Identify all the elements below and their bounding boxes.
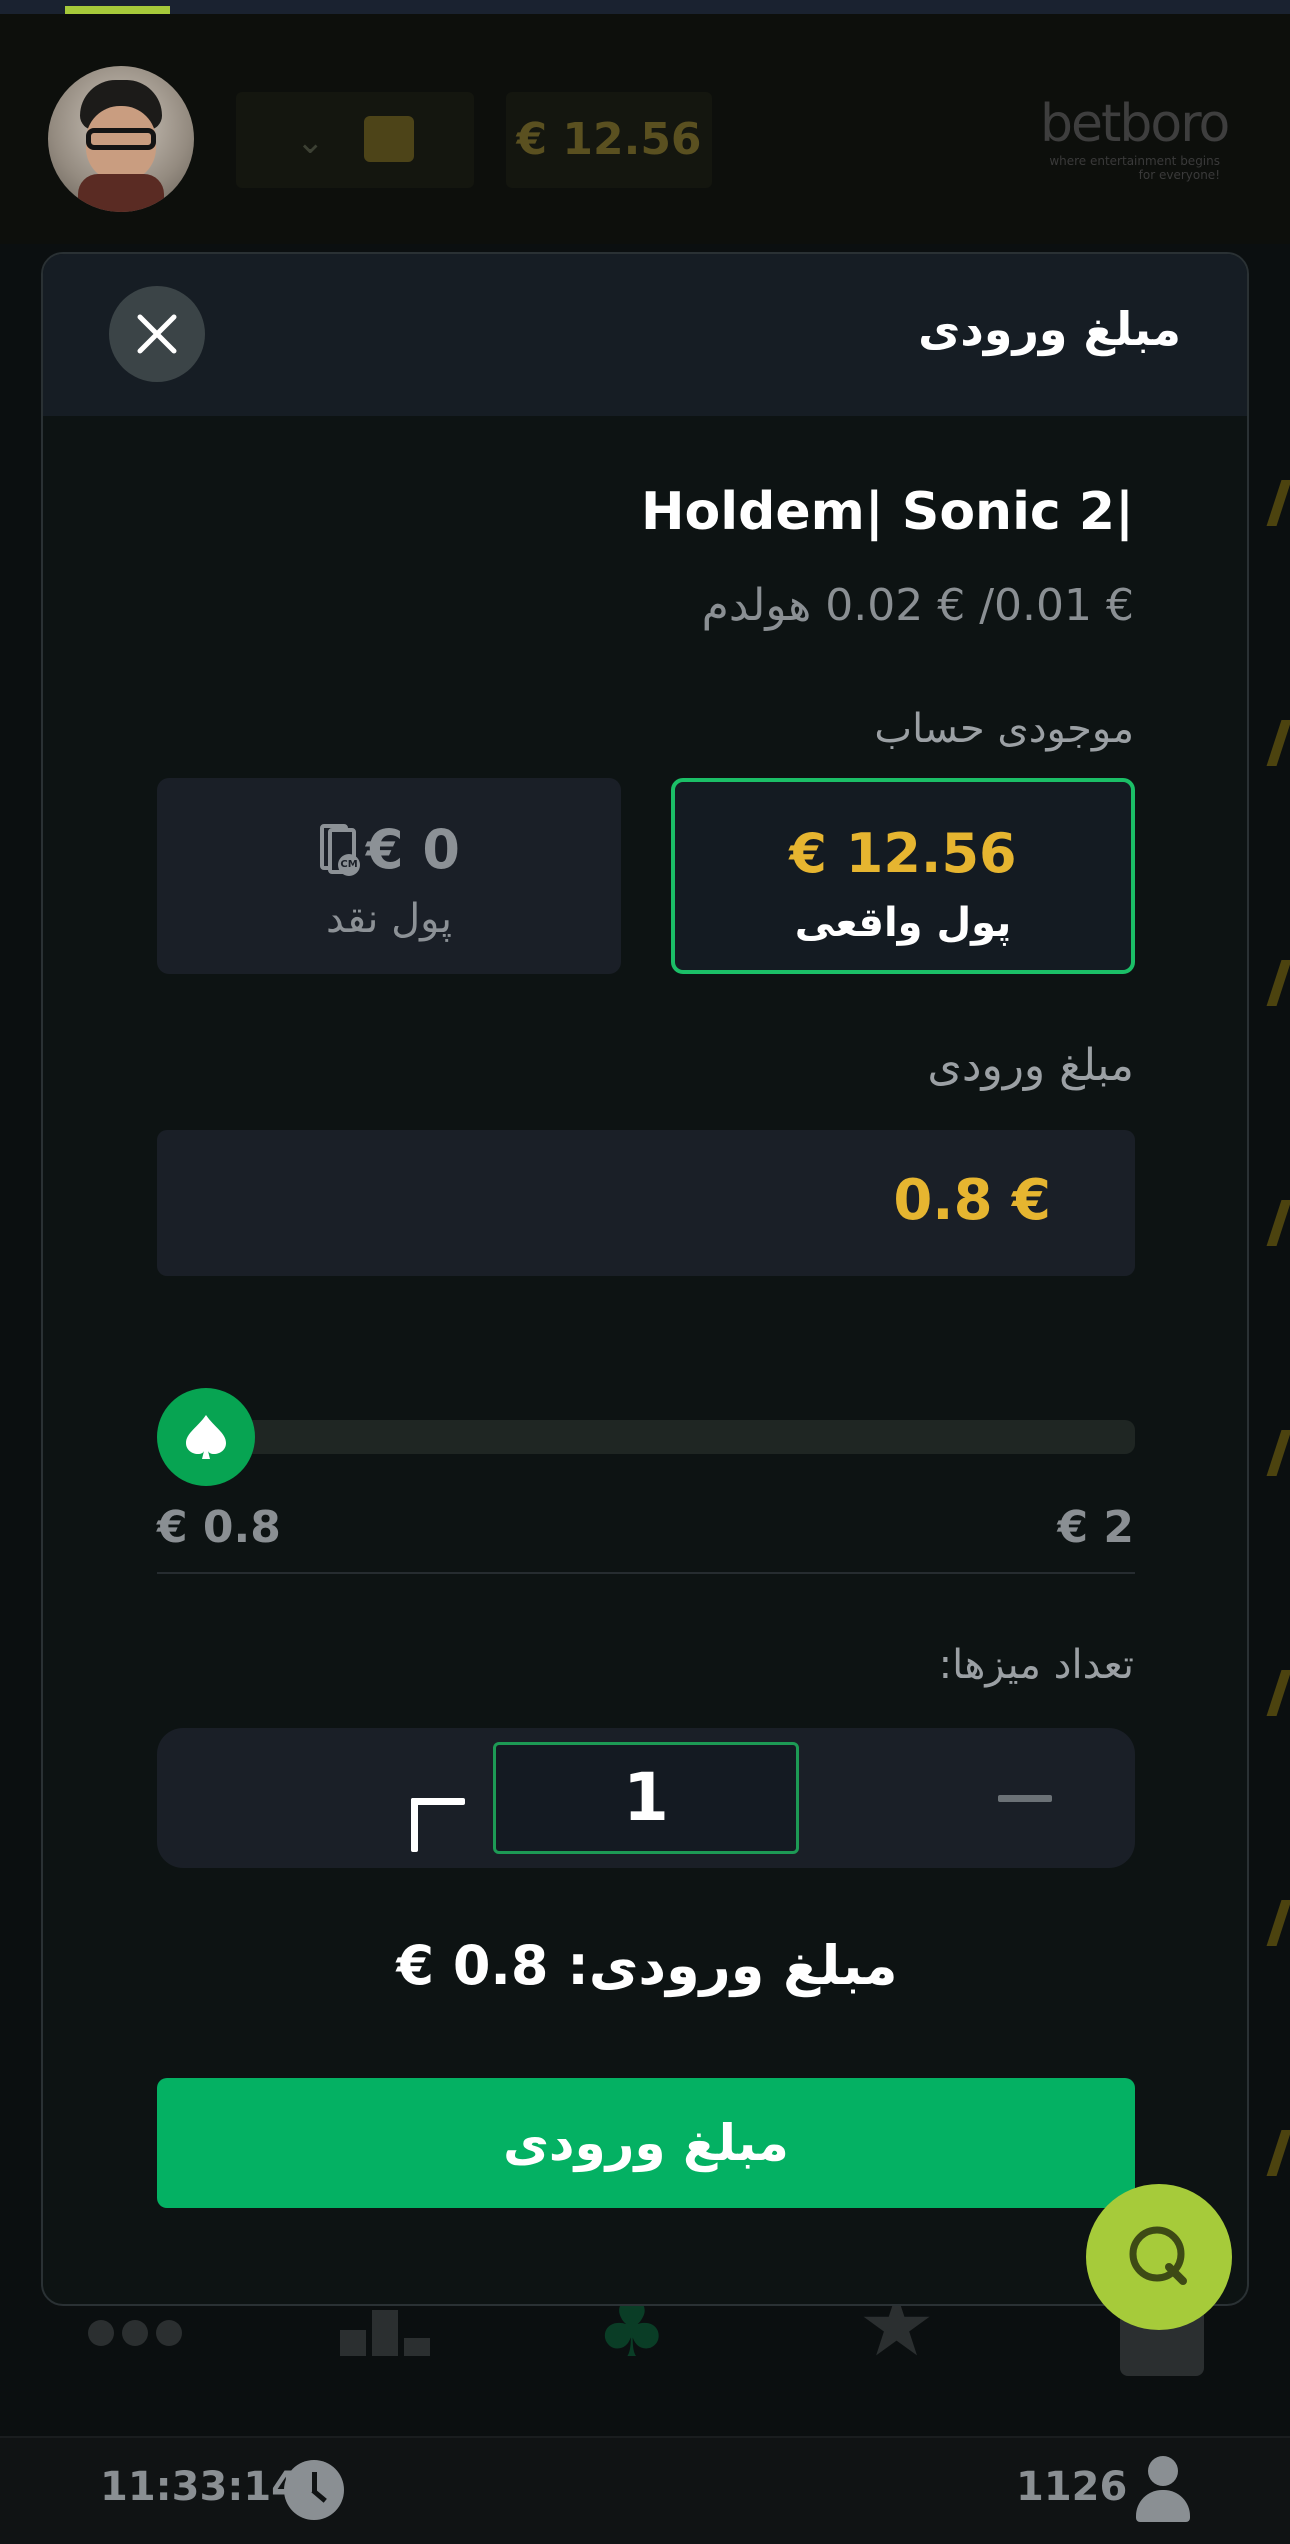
background-decoration [1266,1670,1290,1716]
wallet-selector[interactable]: ⌄ [236,92,474,188]
increment-button[interactable] [361,1744,465,1852]
minus-icon [998,1794,1052,1802]
more-icon[interactable] [88,2320,190,2350]
cash-money-option[interactable]: CM € 0 پول نقد [157,778,621,974]
buyin-label: مبلغ ورودی [927,1040,1134,1091]
wallet-icon [364,116,414,162]
tables-count-label: تعداد میزها: [938,1642,1134,1688]
modal-header: مبلغ ورودی [43,254,1247,416]
leaderboard-icon[interactable] [340,2306,430,2356]
background-decoration [1266,2130,1290,2176]
account-balance-label: موجودی حساب [874,706,1134,752]
status-footer: 11:33:14 1126 [0,2436,1290,2544]
buyin-amount-value: 0.8 € [893,1168,1051,1233]
background-decoration [1266,480,1290,526]
background-decoration [1266,960,1290,1006]
close-button[interactable] [109,286,205,382]
background-decoration [1266,1200,1290,1246]
bottom-nav: ♣ ★ [0,2276,1290,2436]
buyin-slider-handle[interactable] [157,1388,255,1486]
background-decoration [1266,1430,1290,1476]
user-icon [1136,2456,1190,2522]
slider-max-label: € 2 [1057,1502,1134,1553]
loading-progress-fill [65,6,170,14]
brand-logo[interactable]: betboro where entertainment begins for e… [1040,94,1240,184]
background-decoration [1266,1900,1290,1946]
top-bar: ⌄ € 12.56 betboro where entertainment be… [0,14,1290,244]
tables-stepper: 1 [157,1728,1135,1868]
buyin-amount-field[interactable]: 0.8 € [157,1130,1135,1276]
real-money-option[interactable]: € 12.56 پول واقعی [671,778,1135,974]
game-name: Holdem| Sonic 2| [641,482,1134,542]
chat-icon [1129,2226,1187,2285]
cash-money-amount: € 0 [366,818,460,881]
buyin-slider-track[interactable] [177,1420,1135,1454]
clock-icon [284,2460,344,2520]
background-decoration [1266,720,1290,766]
header-balance: € 12.56 [506,92,712,188]
loading-progress [0,0,1290,14]
divider [157,1572,1135,1574]
decrement-button[interactable] [975,1744,1075,1852]
clock-time: 11:33:14 [100,2464,299,2510]
avatar[interactable] [48,66,194,212]
game-stakes: € 0.01/ € 0.02 هولدم [701,580,1134,631]
cash-money-label: پول نقد [326,896,452,942]
confirm-buyin-button[interactable]: مبلغ ورودی [157,2078,1135,2208]
spade-icon [186,1415,226,1459]
real-money-label: پول واقعی [794,900,1012,946]
buyin-modal: مبلغ ورودی Holdem| Sonic 2| € 0.01/ € 0.… [41,252,1249,2306]
modal-title: مبلغ ورودی [918,302,1181,356]
slider-min-label: € 0.8 [157,1502,281,1553]
chevron-down-icon: ⌄ [296,122,325,162]
close-icon [137,314,177,354]
cash-icon: CM [318,824,361,876]
buyin-summary: مبلغ ورودی: 0.8 € [396,1934,898,1997]
chat-button[interactable] [1086,2184,1232,2330]
tables-count-input[interactable]: 1 [493,1742,799,1854]
players-online-count: 1126 [1016,2464,1128,2510]
real-money-amount: € 12.56 [789,822,1017,885]
